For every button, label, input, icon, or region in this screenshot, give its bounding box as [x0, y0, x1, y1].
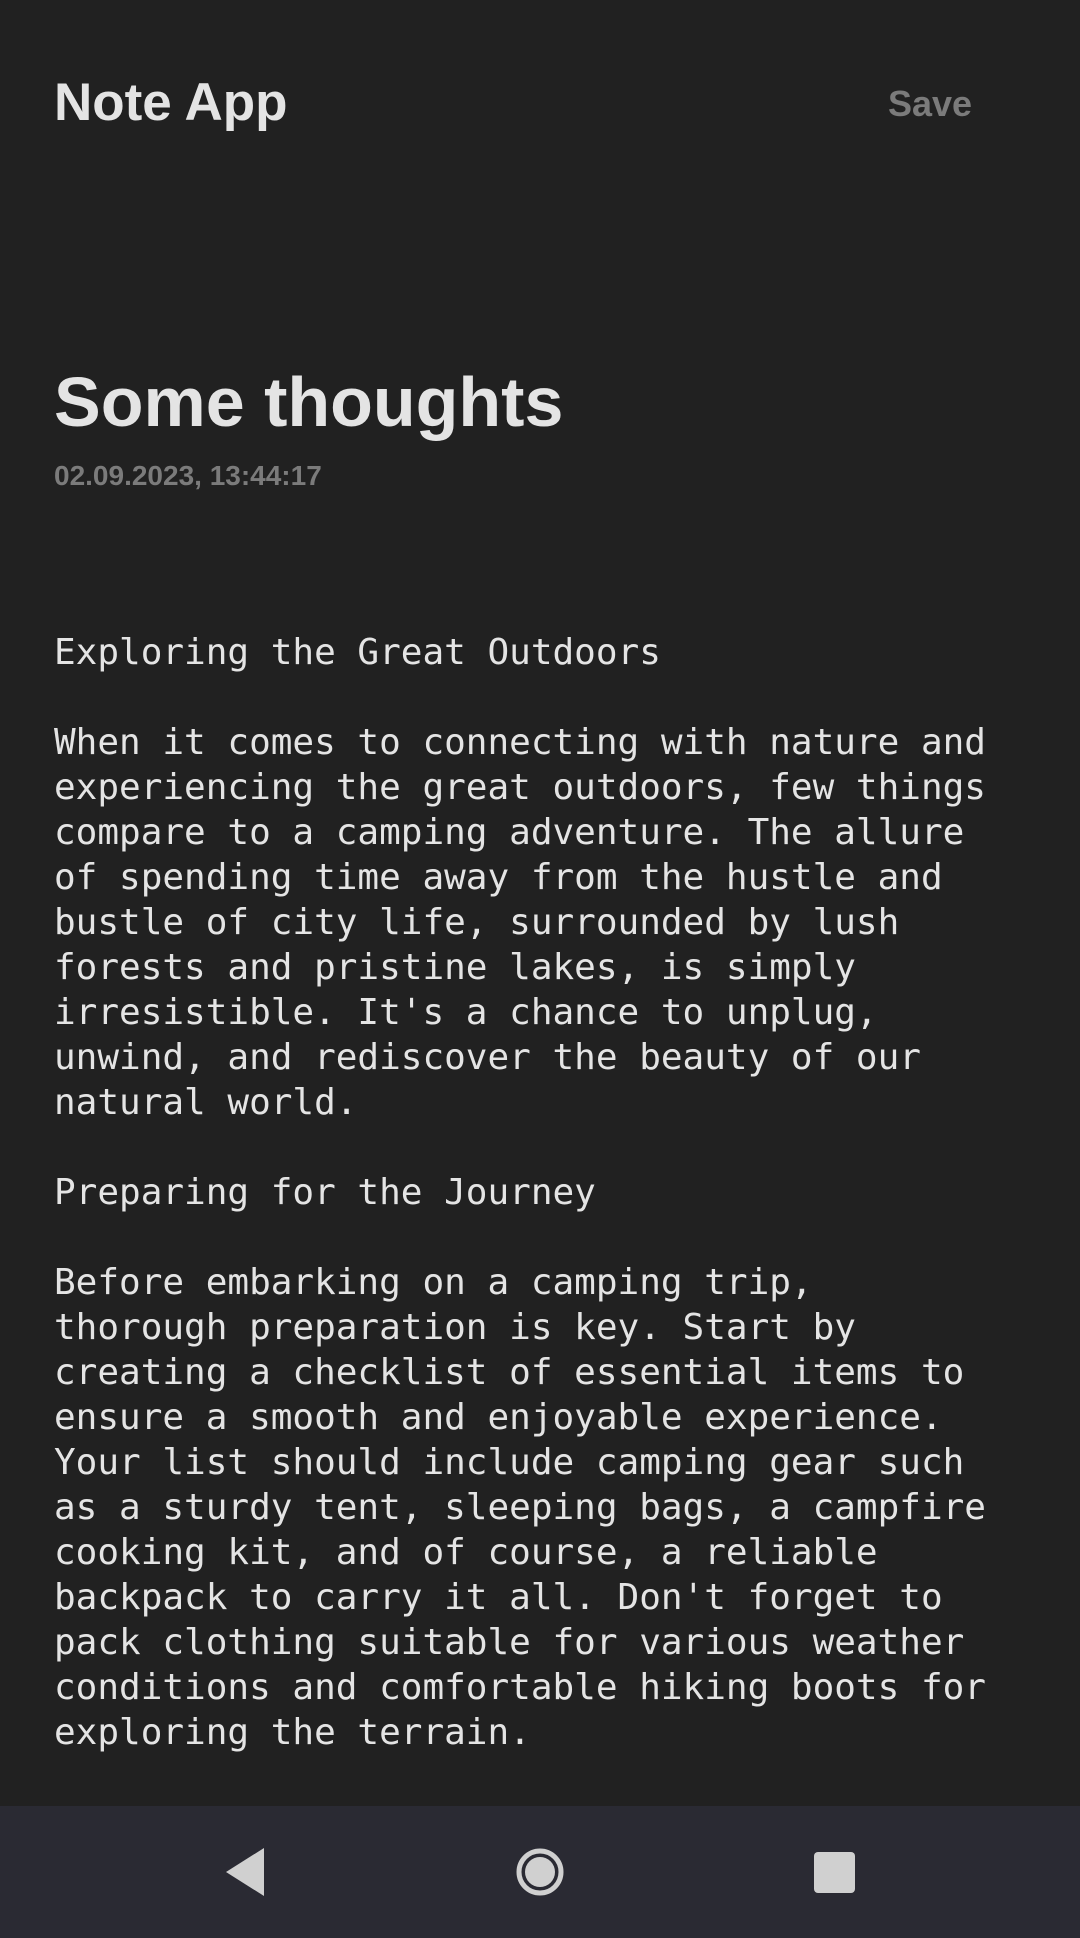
note-body-line: conditions and comfortable hiking boots …	[54, 1667, 986, 1708]
note-body-line: exploring the terrain.	[54, 1712, 531, 1753]
note-body-line: thorough preparation is key. Start by	[54, 1307, 856, 1348]
home-button[interactable]	[480, 1806, 600, 1938]
note-body-line: as a sturdy tent, sleeping bags, a campf…	[54, 1487, 986, 1528]
note-body-line: compare to a camping adventure. The allu…	[54, 812, 965, 853]
note-body-line: Preparing for the Journey	[54, 1172, 596, 1213]
note-body-line: natural world.	[54, 1082, 358, 1123]
note-body-line: pack clothing suitable for various weath…	[54, 1622, 965, 1663]
app-bar: Note App Save	[0, 0, 1080, 210]
note-body-line: unwind, and rediscover the beauty of our	[54, 1037, 921, 1078]
note-body-line: of spending time away from the hustle an…	[54, 857, 943, 898]
note-body-line: irresistible. It's a chance to unplug,	[54, 992, 878, 1033]
note-body-line: bustle of city life, surrounded by lush	[54, 902, 900, 943]
home-icon	[516, 1848, 564, 1896]
note-body-line: backpack to carry it all. Don't forget t…	[54, 1577, 943, 1618]
note-body-line: When it comes to connecting with nature …	[54, 722, 986, 763]
note-body-line: Your list should include camping gear su…	[54, 1442, 965, 1483]
note-body-line: forests and pristine lakes, is simply	[54, 947, 856, 988]
note-body-editor[interactable]: Exploring the Great Outdoors When it com…	[54, 630, 1054, 1755]
system-navigation-bar	[0, 1806, 1080, 1938]
save-button[interactable]: Save	[888, 82, 972, 126]
recents-button[interactable]	[774, 1806, 894, 1938]
back-icon	[226, 1848, 264, 1896]
note-timestamp: 02.09.2023, 13:44:17	[54, 460, 322, 491]
note-body-line: ensure a smooth and enjoyable experience…	[54, 1397, 943, 1438]
note-body-line: cooking kit, and of course, a reliable	[54, 1532, 878, 1573]
note-body-line: creating a checklist of essential items …	[54, 1352, 965, 1393]
back-button[interactable]	[184, 1806, 304, 1938]
recents-icon	[814, 1852, 855, 1893]
note-body-line: Exploring the Great Outdoors	[54, 632, 661, 673]
note-body-line: Before embarking on a camping trip,	[54, 1262, 813, 1303]
app-title: Note App	[54, 73, 288, 132]
note-title-input[interactable]: Some thoughts	[54, 360, 563, 444]
note-body-line: experiencing the great outdoors, few thi…	[54, 767, 986, 808]
